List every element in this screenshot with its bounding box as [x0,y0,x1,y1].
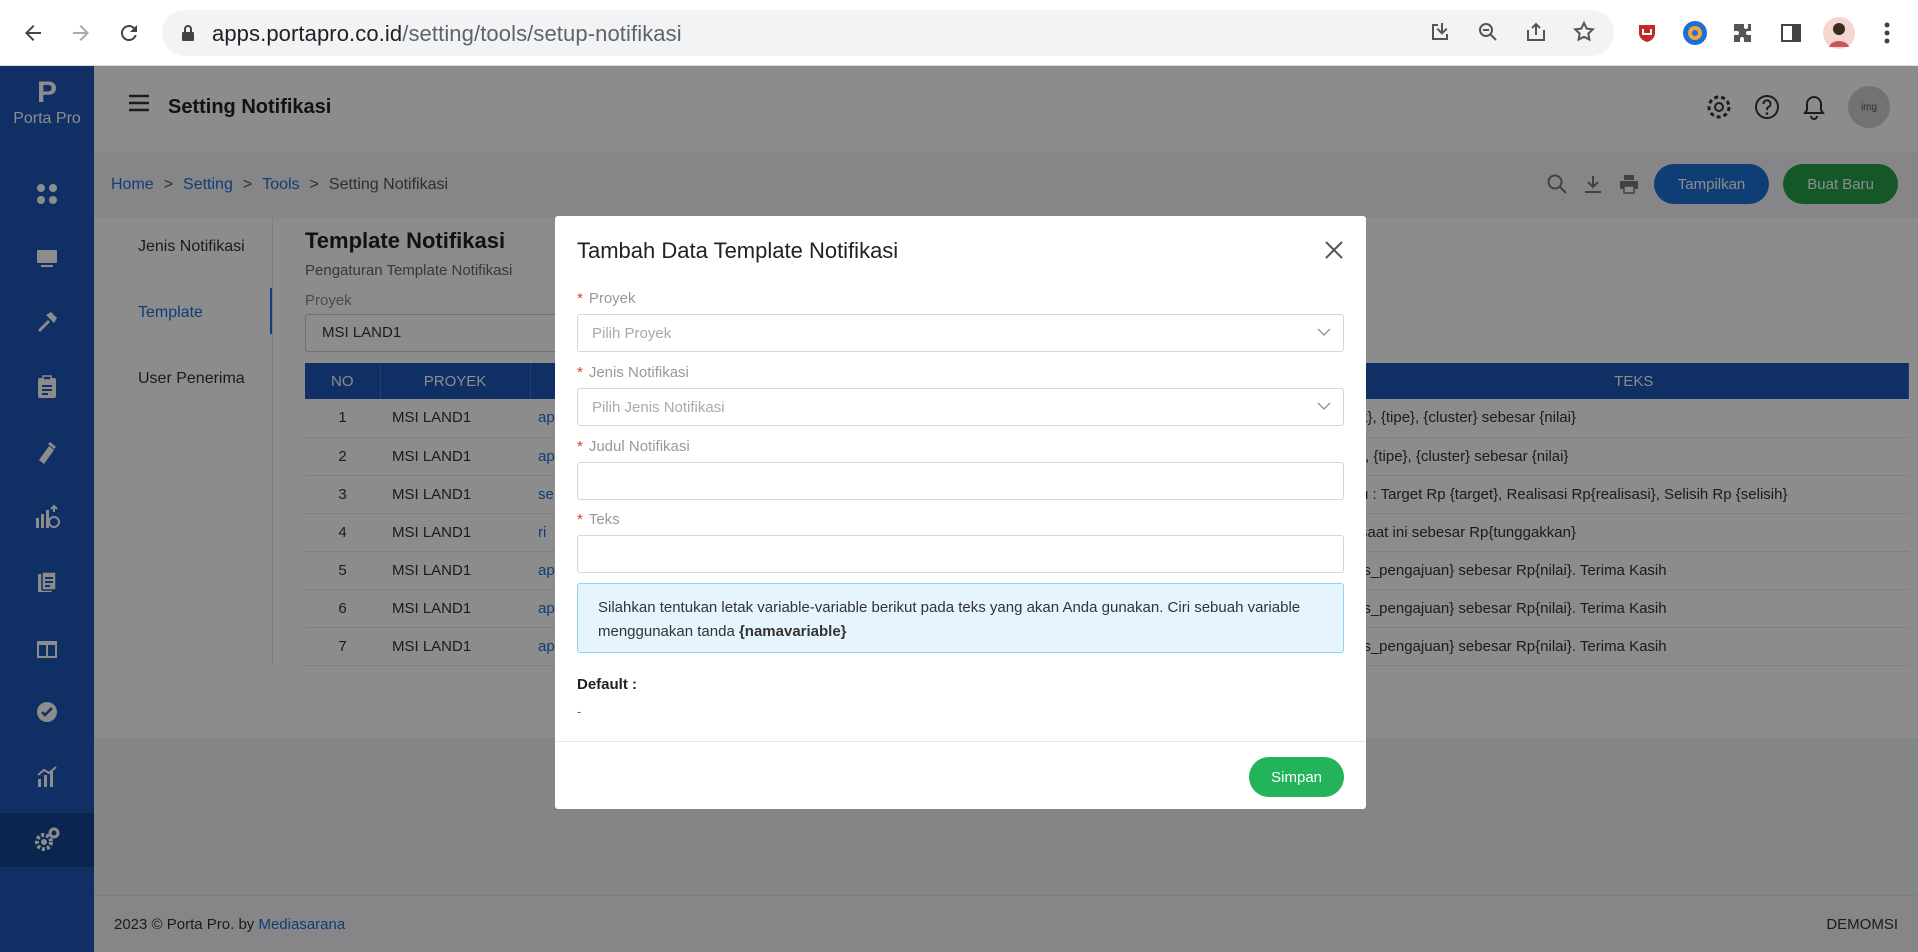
judul-label-text: Judul Notifikasi [588,438,690,455]
judul-field-label: * Judul Notifikasi [577,438,690,455]
proyek-select[interactable]: Pilih Proyek [577,314,1344,352]
required-mark: * [577,511,583,528]
url-path: /setting/tools/setup-notifikasi [402,21,682,46]
default-label: Default : [577,676,637,693]
proyek-label-text: Proyek [588,290,636,307]
jenis-select-placeholder: Pilih Jenis Notifikasi [592,399,725,416]
simpan-button[interactable]: Simpan [1249,757,1344,797]
profile-avatar-icon[interactable] [1822,16,1856,50]
close-icon[interactable] [1324,240,1344,260]
jenis-field-label: * Jenis Notifikasi [577,364,689,381]
required-mark: * [577,364,583,381]
required-mark: * [577,290,583,307]
reload-button[interactable] [110,14,148,52]
info-variable-sample: {namavariable} [738,623,847,640]
judul-notifikasi-input[interactable] [577,462,1344,500]
arrow-left-icon [25,25,41,41]
extension-shield-icon[interactable] [1630,16,1664,50]
address-bar[interactable]: apps.portapro.co.id/setting/tools/setup-… [162,10,1614,56]
browser-toolbar: apps.portapro.co.id/setting/tools/setup-… [0,0,1918,66]
extension-circle-icon[interactable] [1678,16,1712,50]
url-text: apps.portapro.co.id/setting/tools/setup-… [212,21,682,47]
teks-field-label: * Teks [577,511,620,528]
proyek-select-placeholder: Pilih Proyek [592,325,672,342]
side-panel-icon[interactable] [1774,16,1808,50]
extensions-puzzle-icon[interactable] [1726,16,1760,50]
proyek-field-label: * Proyek [577,290,636,307]
required-mark: * [577,438,583,455]
modal-title: Tambah Data Template Notifikasi [577,238,899,263]
info-text: Silahkan tentukan letak variable-variabl… [598,599,1301,640]
back-button[interactable] [14,14,52,52]
browser-menu-icon[interactable] [1870,16,1904,50]
lock-icon [182,25,194,41]
zoom-out-icon[interactable] [1476,20,1500,44]
default-value: - [577,704,582,719]
chevron-down-icon [1317,328,1331,337]
star-icon[interactable] [1572,20,1596,44]
chevron-down-icon [1317,402,1331,411]
teks-input[interactable] [577,535,1344,573]
forward-button[interactable] [62,14,100,52]
reload-icon [120,25,137,42]
jenis-label-text: Jenis Notifikasi [588,364,689,381]
teks-label-text: Teks [588,511,620,528]
url-domain: apps.portapro.co.id [212,21,403,46]
modal-footer-divider [555,741,1366,742]
install-icon[interactable] [1428,20,1452,44]
add-template-modal: Tambah Data Template Notifikasi * Proyek … [555,216,1366,809]
variable-info-alert: Silahkan tentukan letak variable-variabl… [577,583,1344,653]
jenis-notifikasi-select[interactable]: Pilih Jenis Notifikasi [577,388,1344,426]
share-icon[interactable] [1524,20,1548,44]
arrow-right-icon [73,25,89,41]
